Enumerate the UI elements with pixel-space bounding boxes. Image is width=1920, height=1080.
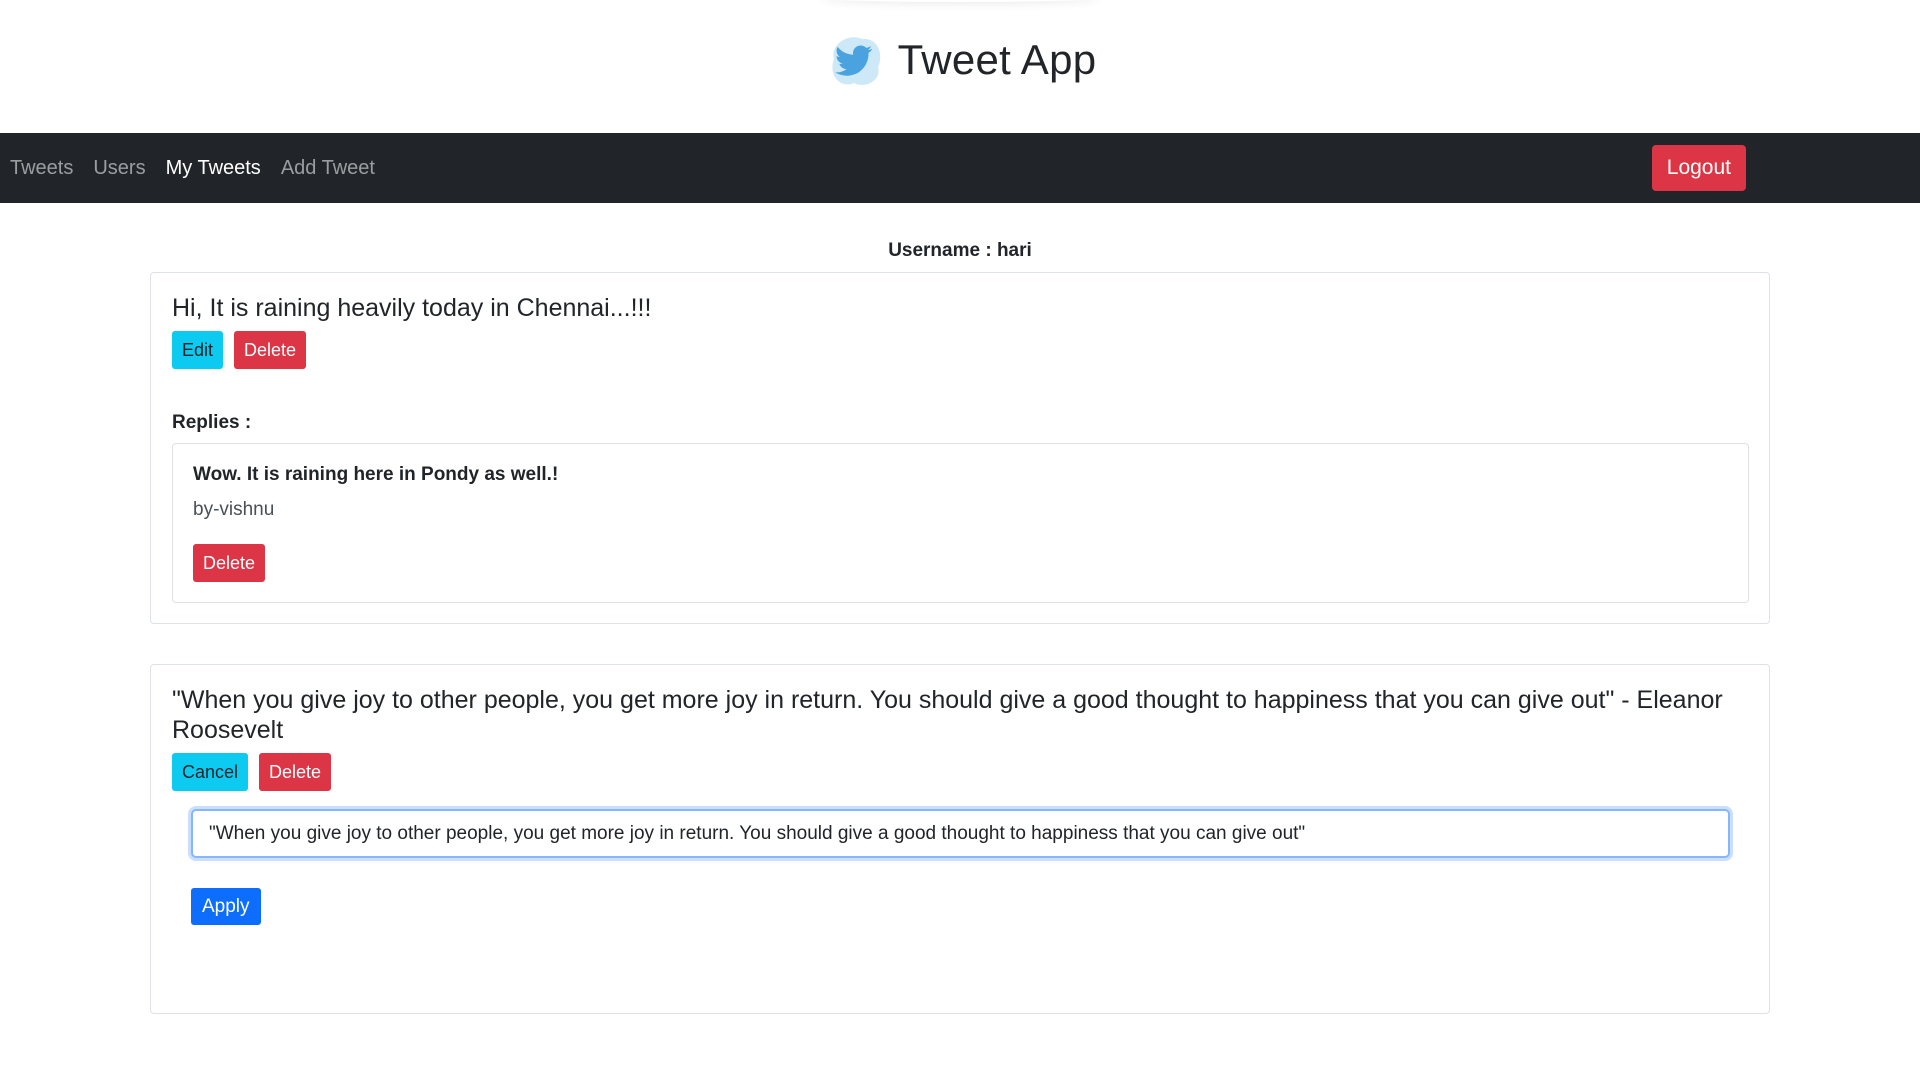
reply-card: Wow. It is raining here in Pondy as well…: [172, 443, 1749, 603]
apply-button[interactable]: Apply: [191, 888, 261, 925]
app-title: Tweet App: [897, 35, 1097, 83]
logout-button[interactable]: Logout: [1651, 145, 1746, 191]
nav-item-add-tweet[interactable]: Add Tweet: [281, 157, 375, 180]
edit-button[interactable]: Edit: [172, 331, 224, 369]
header-shadow: [820, 0, 1100, 2]
edit-tweet-form: Apply: [172, 791, 1749, 993]
reply-author: by-vishnu: [193, 499, 275, 520]
navbar: Tweets Users My Tweets Add Tweet Logout: [0, 133, 1920, 203]
tweet-text: Hi, It is raining heavily today in Chenn…: [172, 294, 652, 322]
tweet-card: Hi, It is raining heavily today in Chenn…: [150, 272, 1770, 624]
twitter-bird-icon: [831, 36, 880, 85]
replies-label: Replies :: [172, 412, 252, 433]
nav-item-users[interactable]: Users: [93, 157, 145, 180]
delete-tweet-button[interactable]: Delete: [259, 753, 332, 791]
tweet-card-editing: "When you give joy to other people, you …: [150, 664, 1770, 1014]
nav-item-tweets[interactable]: Tweets: [10, 157, 73, 180]
nav-links: Tweets Users My Tweets Add Tweet: [10, 157, 375, 180]
app-header: Tweet App: [0, 0, 1920, 133]
tweet-actions: Edit Delete: [172, 331, 1749, 369]
tweet-actions: Cancel Delete: [172, 753, 1749, 791]
delete-reply-button[interactable]: Delete: [193, 544, 266, 582]
reply-text: Wow. It is raining here in Pondy as well…: [193, 464, 559, 485]
nav-item-my-tweets[interactable]: My Tweets: [166, 157, 261, 180]
username-label: Username : hari: [888, 240, 1032, 261]
cancel-button[interactable]: Cancel: [172, 753, 249, 791]
apply-row: Apply: [191, 888, 1730, 993]
edit-tweet-input[interactable]: [191, 809, 1730, 858]
delete-tweet-button[interactable]: Delete: [234, 331, 307, 369]
tweet-text: "When you give joy to other people, you …: [172, 686, 1723, 744]
brand: Tweet App: [824, 29, 1097, 91]
